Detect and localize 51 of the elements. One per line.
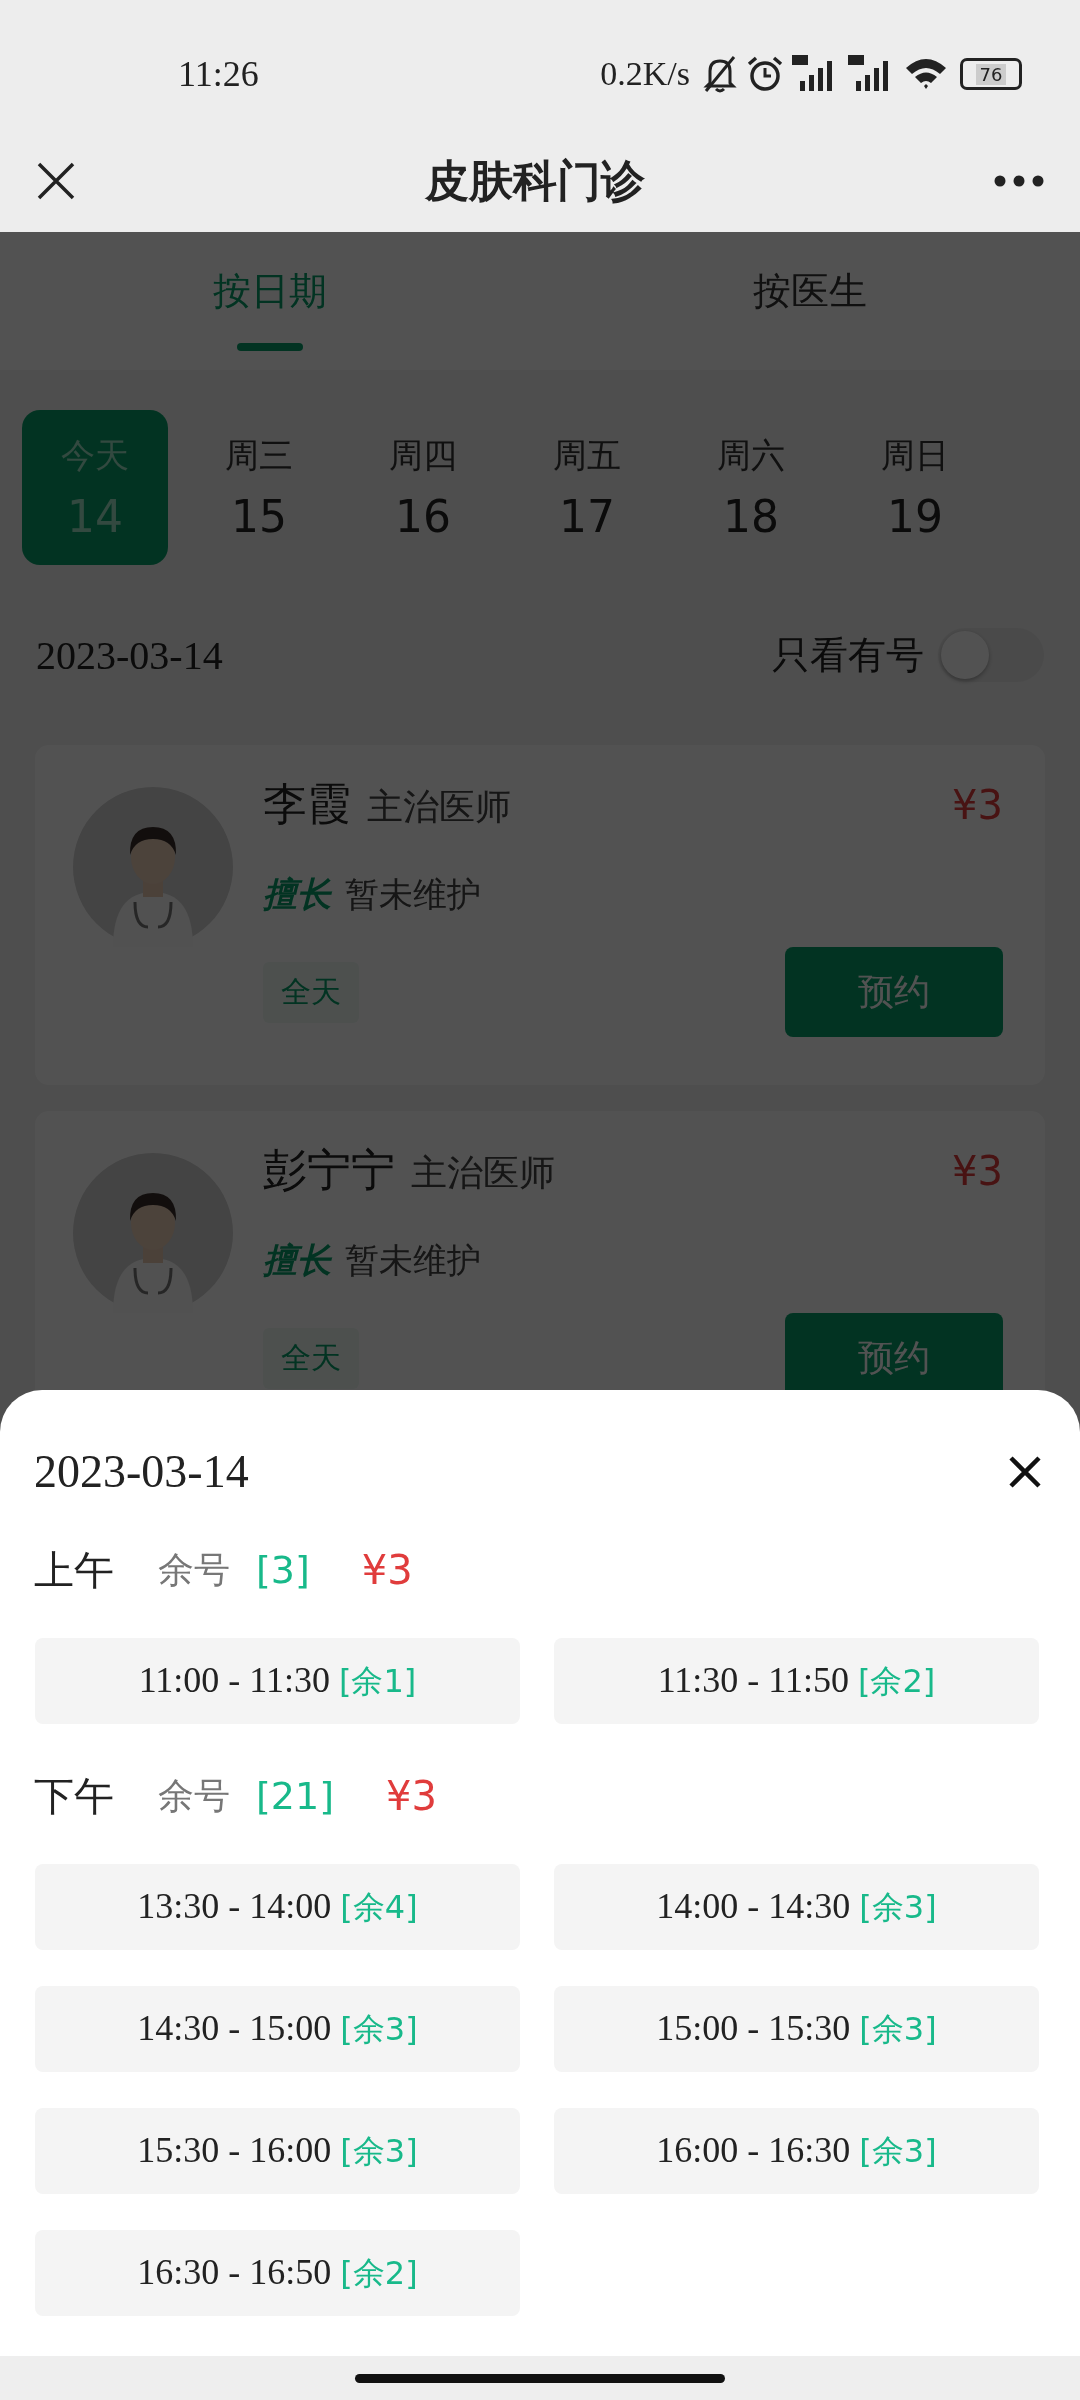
doctor-name: 李霞 (263, 777, 351, 831)
day-item[interactable]: 周四 16 (350, 410, 496, 565)
specialty-tag: 擅长 (263, 872, 331, 918)
specialty-text: 暂未维护 (345, 873, 481, 916)
period-label: 上午 (34, 1545, 114, 1595)
day-item[interactable]: 周六 18 (678, 410, 824, 565)
sheet-date: 2023-03-14 (34, 1445, 249, 1498)
alarm-icon (746, 55, 784, 93)
specialty-text: 暂未维护 (345, 1239, 481, 1282)
time-slot[interactable]: 11:00 - 11:30 [余1] (35, 1638, 520, 1724)
page-title: 皮肤科门诊 (424, 153, 646, 208)
doctor-title: 主治医师 (411, 1151, 555, 1195)
time-slot[interactable]: 14:30 - 15:00 [余3] (35, 1986, 520, 2072)
close-icon[interactable] (36, 161, 76, 201)
remaining-count: [3] (256, 1548, 310, 1592)
price: ¥3 (361, 1547, 413, 1593)
day-item[interactable]: 周五 17 (514, 410, 660, 565)
doctor-name: 彭宁宁 (263, 1143, 395, 1197)
time-slot[interactable]: 15:30 - 16:00 [余3] (35, 2108, 520, 2194)
day-item[interactable]: 周三 15 (186, 410, 332, 565)
more-icon[interactable] (994, 175, 1044, 187)
remaining-label: 余号 (158, 1547, 230, 1592)
close-icon[interactable] (1008, 1454, 1042, 1489)
time-slot[interactable]: 16:00 - 16:30 [余3] (554, 2108, 1039, 2194)
session-tag: 全天 (263, 961, 359, 1023)
battery-icon: 76 (960, 58, 1022, 90)
tab[interactable]: 按日期 (0, 232, 540, 370)
toggle-switch[interactable] (938, 628, 1044, 682)
filter-label: 只看有号 (772, 631, 924, 679)
bell-off-icon (702, 55, 738, 93)
time-slot[interactable]: 11:30 - 11:50 [余2] (554, 1638, 1039, 1724)
price: ¥3 (386, 1773, 437, 1819)
remaining-count: [21] (256, 1774, 334, 1818)
tab[interactable]: 按医生 (540, 232, 1080, 370)
price: ¥3 (952, 1148, 1003, 1194)
time-slot[interactable]: 13:30 - 14:00 [余4] (35, 1864, 520, 1950)
time-slot[interactable]: 16:30 - 16:50 [余2] (35, 2230, 520, 2316)
time-slot[interactable]: 14:00 - 14:30 [余3] (554, 1864, 1039, 1950)
specialty-tag: 擅长 (263, 1238, 331, 1284)
time-slot[interactable]: 15:00 - 15:30 [余3] (554, 1986, 1039, 2072)
doctor-title: 主治医师 (367, 785, 511, 829)
session-tag: 全天 (263, 1327, 359, 1389)
status-time: 11:26 (178, 53, 259, 95)
book-button[interactable]: 预约 (785, 947, 1003, 1037)
price: ¥3 (952, 782, 1003, 828)
date-label: 2023-03-14 (36, 631, 223, 679)
network-speed: 0.2K/s (600, 55, 690, 93)
period-label: 下午 (34, 1771, 114, 1821)
remaining-label: 余号 (158, 1773, 230, 1818)
home-indicator[interactable] (355, 2373, 725, 2383)
day-item[interactable]: 周日 19 (842, 410, 988, 565)
